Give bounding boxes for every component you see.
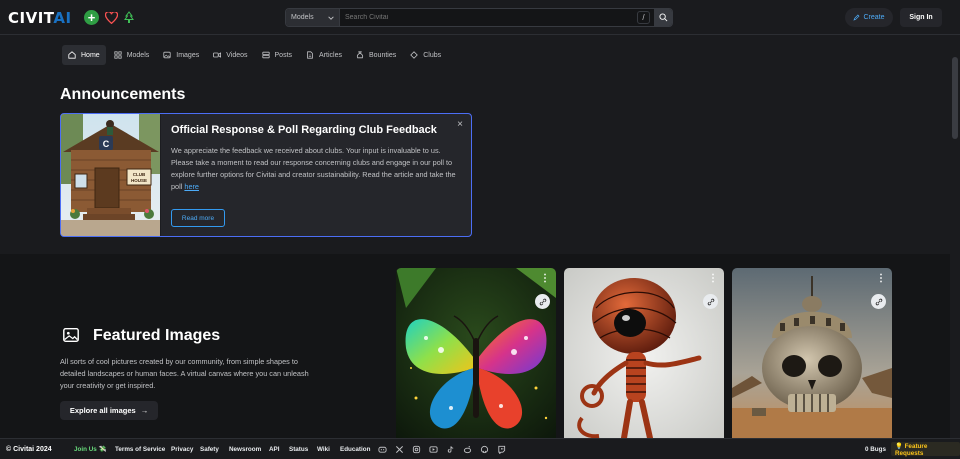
announcement-card: C CLUB HOUSE Official Response & Poll Re… <box>60 113 472 237</box>
logo-main: CIVIT <box>8 9 54 27</box>
footer: © Civitai 2024 Join Us 💸 Terms of Servic… <box>0 438 960 459</box>
featured-image-card[interactable]: ⋮ <box>564 268 724 444</box>
feature-requests-button[interactable]: 💡 Feature Requests <box>891 442 960 457</box>
home-icon <box>68 51 76 59</box>
butterfly-image <box>396 268 556 444</box>
svg-text:HOUSE: HOUSE <box>131 178 147 183</box>
nav-label: Articles <box>319 51 342 59</box>
announcements-title: Announcements <box>60 86 186 103</box>
moneybag-icon <box>356 51 364 59</box>
card-menu-icon[interactable]: ⋮ <box>876 274 886 284</box>
nav-item-posts[interactable]: Posts <box>256 45 299 65</box>
logo-ai: AI <box>53 9 72 27</box>
featured-image-card[interactable]: ⋮ <box>396 268 556 444</box>
footer-join-us-link[interactable]: Join Us 💸 <box>74 445 106 453</box>
nav-label: Posts <box>274 51 293 59</box>
alien-figure-image <box>564 268 724 444</box>
close-icon[interactable]: × <box>455 120 465 130</box>
nav-item-models[interactable]: Models <box>108 45 156 65</box>
link-icon[interactable] <box>703 294 718 309</box>
nav-item-images[interactable]: Images <box>157 45 205 65</box>
footer-link-education[interactable]: Education <box>340 446 370 453</box>
twitch-icon[interactable] <box>497 445 506 454</box>
discord-icon[interactable] <box>378 445 387 454</box>
nav-label: Videos <box>226 51 248 59</box>
svg-text:CLUB: CLUB <box>133 172 146 177</box>
announcement-text: We appreciate the feedback we received a… <box>171 145 461 193</box>
search-icon <box>658 13 667 22</box>
explore-all-images-button[interactable]: Explore all images → <box>60 401 158 420</box>
page-scrollbar[interactable] <box>950 35 960 438</box>
tiktok-icon[interactable] <box>446 445 455 454</box>
nav-label: Home <box>81 51 100 59</box>
footer-link-newsroom[interactable]: Newsroom <box>229 446 261 453</box>
footer-link-safety[interactable]: Safety <box>200 446 219 453</box>
nav-label: Images <box>176 51 200 59</box>
github-icon[interactable] <box>480 445 489 454</box>
search-bar: Models / <box>285 8 673 27</box>
create-plus-icon[interactable]: + <box>84 10 99 25</box>
christmas-tree-icon[interactable] <box>121 10 136 25</box>
footer-copyright: © Civitai 2024 <box>6 445 52 453</box>
nav-item-clubs[interactable]: Clubs <box>404 45 447 65</box>
reddit-icon[interactable] <box>463 445 472 454</box>
announcement-body: Official Response & Poll Regarding Club … <box>171 124 461 193</box>
featured-title: Featured Images <box>93 327 221 344</box>
nav-item-bounties[interactable]: Bounties <box>350 45 402 65</box>
featured-description: All sorts of cool pictures created by ou… <box>60 357 309 390</box>
skull-fortress-image <box>732 268 892 444</box>
civitai-logo[interactable]: CIVITAI <box>8 9 72 27</box>
footer-bugs-counter[interactable]: 0 Bugs <box>865 446 886 453</box>
x-twitter-icon[interactable] <box>395 445 404 454</box>
video-icon <box>213 52 222 58</box>
posts-icon <box>261 51 270 59</box>
footer-link-terms[interactable]: Terms of Service <box>115 446 165 453</box>
nav-item-videos[interactable]: Videos <box>207 45 253 65</box>
image-icon <box>163 51 171 59</box>
nav-label: Bounties <box>368 51 397 59</box>
announcement-here-link[interactable]: here <box>184 182 199 191</box>
search-shortcut-hint: / <box>637 11 650 24</box>
instagram-icon[interactable] <box>412 445 421 454</box>
scrollbar-thumb[interactable] <box>952 57 958 139</box>
top-header: CIVITAI + Models / Create Sign In <box>0 0 960 35</box>
nav-label: Models <box>126 51 150 59</box>
heart-icon[interactable] <box>104 10 119 25</box>
pen-icon <box>853 14 860 21</box>
link-icon[interactable] <box>871 294 886 309</box>
search-category-label: Models <box>291 14 314 21</box>
image-icon <box>62 326 80 344</box>
search-button[interactable] <box>654 9 672 26</box>
clubs-icon <box>410 51 419 59</box>
article-icon <box>307 51 313 59</box>
create-label: Create <box>863 14 885 21</box>
announcement-text-body: We appreciate the feedback we received a… <box>171 146 456 191</box>
nav-label: Clubs <box>423 51 442 59</box>
nav-item-articles[interactable]: Articles <box>300 45 348 65</box>
clubhouse-image: C CLUB HOUSE <box>61 114 161 236</box>
chevron-down-icon <box>328 15 334 20</box>
featured-image-card[interactable]: ⋮ <box>732 268 892 444</box>
nav-item-home[interactable]: Home <box>62 45 106 65</box>
read-more-button[interactable]: Read more <box>171 209 225 227</box>
clubhouse-badge-text: C <box>103 139 110 149</box>
arrow-right-icon: → <box>140 406 149 415</box>
footer-link-privacy[interactable]: Privacy <box>171 446 193 453</box>
card-menu-icon[interactable]: ⋮ <box>540 274 550 284</box>
card-menu-icon[interactable]: ⋮ <box>708 274 718 284</box>
create-button[interactable]: Create <box>845 8 893 27</box>
explore-label: Explore all images <box>69 406 136 415</box>
footer-link-api[interactable]: API <box>269 446 280 453</box>
search-category-select[interactable]: Models <box>286 9 340 26</box>
main-nav: Home Models Images Videos Posts Articles… <box>62 45 447 65</box>
sign-in-button[interactable]: Sign In <box>900 8 942 27</box>
youtube-icon[interactable] <box>429 445 438 454</box>
link-icon[interactable] <box>535 294 550 309</box>
announcement-heading: Official Response & Poll Regarding Club … <box>171 124 437 136</box>
footer-link-status[interactable]: Status <box>289 446 308 453</box>
footer-link-wiki[interactable]: Wiki <box>317 446 330 453</box>
grid-icon <box>114 51 122 59</box>
search-input[interactable] <box>340 9 637 26</box>
